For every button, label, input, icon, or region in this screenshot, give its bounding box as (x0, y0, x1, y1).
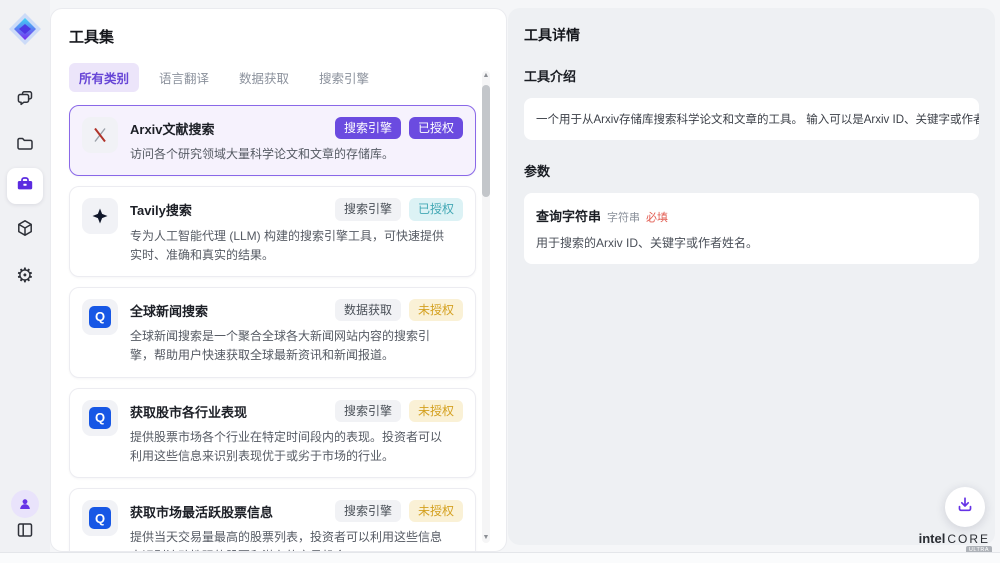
parameter-required-flag: 必填 (646, 209, 668, 225)
tool-card-sector-performance[interactable]: Q 获取股市各行业表现 搜索引擎 未授权 提供股票市场各个行业在特定时间段内的表… (69, 388, 476, 479)
list-scrollbar[interactable]: ▲ ▼ (482, 71, 490, 543)
tool-card-global-news[interactable]: Q 全球新闻搜索 数据获取 未授权 全球新闻搜索是一个聚合全球各大新闻网站内容的… (69, 287, 476, 378)
scrollbar-up-arrow[interactable]: ▲ (482, 71, 490, 81)
scrollbar-thumb[interactable] (482, 85, 490, 197)
app-window: ⚙ 工具集 所有类别 语言翻译 (0, 0, 1000, 563)
parameter-type: 字符串 (607, 209, 640, 225)
intro-heading: 工具介绍 (524, 66, 979, 85)
auth-status-badge: 未授权 (409, 500, 463, 522)
cube-icon (15, 218, 35, 243)
detail-title: 工具详情 (524, 25, 979, 45)
download-button[interactable] (945, 487, 985, 527)
tool-card-arxiv[interactable]: Arxiv文献搜索 搜索引擎 已授权 访问各个研究领域大量科学论文和文章的存储库… (69, 105, 476, 176)
layout-panel-icon (15, 520, 35, 545)
intro-card: 一个用于从Arxiv存储库搜索科学论文和文章的工具。 输入可以是Arxiv ID… (524, 98, 979, 140)
auth-status-badge: 未授权 (409, 400, 463, 422)
tool-title: 全球新闻搜索 (130, 299, 335, 320)
category-badge: 搜索引擎 (335, 117, 401, 139)
tool-description: 全球新闻搜索是一个聚合全球各大新闻网站内容的搜索引擎，帮助用户快速获取全球最新资… (130, 327, 444, 365)
tool-description: 专为人工智能代理 (LLM) 构建的搜索引擎工具，可快速提供实时、准确和真实的结… (130, 227, 444, 265)
tool-description: 提供股票市场各个行业在特定时间段内的表现。投资者可以利用这些信息来识别表现优于或… (130, 428, 444, 466)
sidebar-item-packages[interactable] (7, 212, 43, 248)
tab-search-engine[interactable]: 搜索引擎 (309, 63, 379, 92)
chat-icon (15, 88, 35, 113)
category-badge: 数据获取 (335, 299, 401, 321)
tool-detail-panel: 工具详情 工具介绍 一个用于从Arxiv存储库搜索科学论文和文章的工具。 输入可… (508, 8, 995, 545)
parameter-card: 查询字符串 字符串 必填 用于搜索的Arxiv ID、关键字或作者姓名。 (524, 193, 979, 264)
auth-status-badge: 已授权 (409, 117, 463, 139)
sidebar-item-toolbox[interactable] (7, 168, 43, 204)
toolset-panel: 工具集 所有类别 语言翻译 数据获取 搜索引擎 (50, 8, 507, 552)
left-rail: ⚙ (0, 0, 50, 552)
arxiv-icon (82, 117, 118, 153)
tool-description: 提供当天交易量最高的股票列表，投资者可以利用这些信息来识别流动性强的股票和潜在的… (130, 528, 444, 552)
tool-title: Tavily搜索 (130, 198, 335, 219)
sidebar-item-panel-toggle[interactable] (7, 514, 43, 550)
auth-status-badge: 未授权 (409, 299, 463, 321)
category-badge: 搜索引擎 (335, 198, 401, 220)
sidebar-item-chat[interactable] (7, 82, 43, 118)
sidebar-item-settings[interactable]: ⚙ (7, 257, 43, 293)
parameter-name: 查询字符串 (536, 206, 601, 225)
gem-diamond-logo (7, 11, 43, 47)
category-tabs: 所有类别 语言翻译 数据获取 搜索引擎 (69, 63, 476, 92)
brand-intel-text: intel (919, 531, 946, 546)
folder-icon (15, 134, 35, 159)
brand-core-text: core (947, 532, 990, 546)
scrollbar-down-arrow[interactable]: ▼ (482, 533, 490, 543)
tab-language-translation[interactable]: 语言翻译 (149, 63, 219, 92)
download-icon (955, 495, 975, 520)
tool-card-tavily[interactable]: Tavily搜索 搜索引擎 已授权 专为人工智能代理 (LLM) 构建的搜索引擎… (69, 186, 476, 277)
tab-all-categories[interactable]: 所有类别 (69, 63, 139, 92)
params-heading: 参数 (524, 161, 979, 180)
tool-title: 获取股市各行业表现 (130, 400, 335, 421)
intel-core-logo: intel core ultra (919, 531, 990, 546)
toolbox-icon (15, 174, 35, 199)
gear-icon: ⚙ (16, 265, 34, 285)
q-news-icon: Q (82, 299, 118, 335)
sidebar-item-files[interactable] (7, 128, 43, 164)
q-news-icon: Q (82, 500, 118, 536)
page-title: 工具集 (69, 26, 476, 47)
tool-title: Arxiv文献搜索 (130, 117, 335, 138)
q-news-icon: Q (82, 400, 118, 436)
tool-list: Arxiv文献搜索 搜索引擎 已授权 访问各个研究领域大量科学论文和文章的存储库… (69, 105, 476, 552)
sparkle-icon (82, 198, 118, 234)
tool-title: 获取市场最活跃股票信息 (130, 500, 335, 521)
auth-status-badge: 已授权 (409, 198, 463, 220)
category-badge: 搜索引擎 (335, 500, 401, 522)
tool-description: 访问各个研究领域大量科学论文和文章的存储库。 (130, 145, 444, 164)
tool-card-most-active-stocks[interactable]: Q 获取市场最活跃股票信息 搜索引擎 未授权 提供当天交易量最高的股票列表，投资… (69, 488, 476, 552)
window-bottom-strip (0, 552, 1000, 563)
parameter-description: 用于搜索的Arxiv ID、关键字或作者姓名。 (536, 234, 967, 251)
category-badge: 搜索引擎 (335, 400, 401, 422)
tab-data-acquisition[interactable]: 数据获取 (229, 63, 299, 92)
